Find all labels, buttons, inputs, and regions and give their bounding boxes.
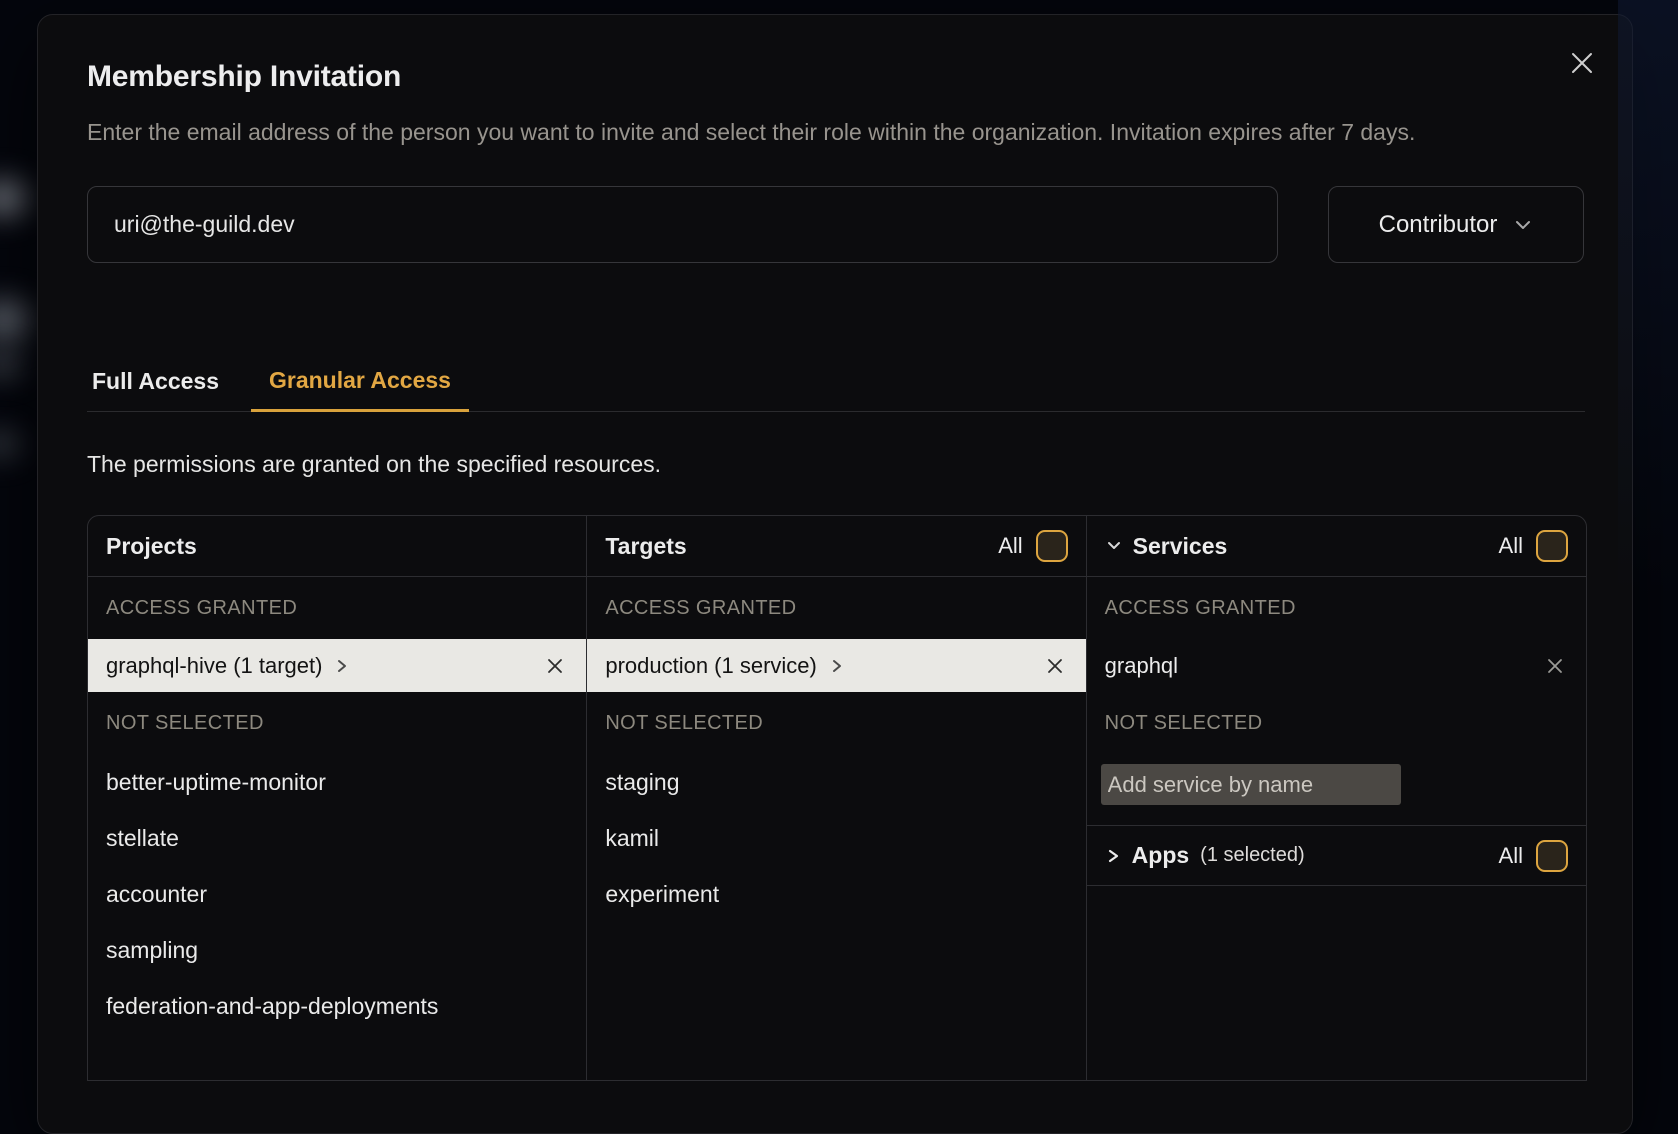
- apps-all-group: All: [1499, 840, 1568, 872]
- apps-row[interactable]: Apps (1 selected) All: [1087, 825, 1586, 886]
- projects-not-selected-label: NOT SELECTED: [88, 692, 586, 754]
- services-column-header[interactable]: Services All: [1087, 516, 1586, 577]
- services-all-group: All: [1499, 530, 1568, 562]
- project-list-item[interactable]: federation-and-app-deployments: [88, 978, 586, 1034]
- remove-service-button[interactable]: [1542, 653, 1568, 679]
- apps-label: Apps: [1132, 842, 1190, 869]
- project-list-item[interactable]: better-uptime-monitor: [88, 754, 586, 810]
- add-service-input[interactable]: [1101, 764, 1401, 805]
- chevron-right-icon: [830, 658, 844, 674]
- projects-column: Projects ACCESS GRANTED graphql-hive (1 …: [88, 516, 587, 1080]
- chevron-down-icon: [1513, 215, 1533, 235]
- email-input[interactable]: [87, 186, 1278, 263]
- project-list-item[interactable]: accounter: [88, 866, 586, 922]
- dialog-description: Enter the email address of the person yo…: [87, 113, 1585, 151]
- chevron-right-icon: [335, 658, 349, 674]
- tab-full-access[interactable]: Full Access: [87, 367, 239, 412]
- apps-all-checkbox[interactable]: [1536, 840, 1568, 872]
- backdrop-blur-shape: [0, 348, 32, 382]
- targets-access-granted-label: ACCESS GRANTED: [587, 577, 1085, 639]
- projects-column-header: Projects: [88, 516, 586, 577]
- access-tabs: Full Access Granular Access: [87, 367, 1585, 412]
- services-all-label: All: [1499, 533, 1523, 559]
- project-selected-row[interactable]: graphql-hive (1 target): [88, 639, 586, 692]
- close-icon: [1046, 657, 1064, 675]
- permissions-note: The permissions are granted on the speci…: [87, 451, 1585, 478]
- services-not-selected-label: NOT SELECTED: [1087, 692, 1586, 754]
- close-icon: [546, 657, 564, 675]
- targets-all-group: All: [998, 530, 1067, 562]
- target-selected-label: production (1 service): [605, 653, 817, 679]
- services-header-label: Services: [1133, 533, 1228, 560]
- target-list-item[interactable]: kamil: [587, 810, 1085, 866]
- targets-all-label: All: [998, 533, 1022, 559]
- projects-header-label: Projects: [106, 533, 197, 560]
- project-list-item[interactable]: sampling: [88, 922, 586, 978]
- remove-project-button[interactable]: [542, 653, 568, 679]
- apps-all-label: All: [1499, 843, 1523, 869]
- backdrop-blur-shape: [0, 290, 42, 350]
- services-column: Services All ACCESS GRANTED graphql NOT …: [1087, 516, 1586, 1080]
- close-icon: [1546, 657, 1564, 675]
- target-list-item[interactable]: staging: [587, 754, 1085, 810]
- backdrop-blur-shape: [0, 172, 38, 224]
- targets-not-selected-label: NOT SELECTED: [587, 692, 1085, 754]
- remove-target-button[interactable]: [1042, 653, 1068, 679]
- projects-access-granted-label: ACCESS GRANTED: [88, 577, 586, 639]
- invite-form-row: Contributor: [87, 186, 1585, 263]
- service-granted-label: graphql: [1105, 653, 1178, 679]
- targets-column: Targets All ACCESS GRANTED production (1…: [587, 516, 1086, 1080]
- dialog-title: Membership Invitation: [87, 59, 1585, 95]
- service-granted-row[interactable]: graphql: [1087, 639, 1586, 692]
- services-access-granted-label: ACCESS GRANTED: [1087, 577, 1586, 639]
- tab-granular-access[interactable]: Granular Access: [251, 367, 469, 412]
- backdrop-blur-shape: [0, 424, 30, 464]
- targets-header-label: Targets: [605, 533, 686, 560]
- project-selected-label: graphql-hive (1 target): [106, 653, 322, 679]
- close-icon: [1569, 50, 1595, 76]
- resources-table: Projects ACCESS GRANTED graphql-hive (1 …: [87, 515, 1587, 1081]
- role-select-value: Contributor: [1379, 211, 1498, 239]
- membership-invitation-dialog: Membership Invitation Enter the email ad…: [37, 14, 1633, 1134]
- target-selected-row[interactable]: production (1 service): [587, 639, 1085, 692]
- targets-column-header: Targets All: [587, 516, 1085, 577]
- targets-all-checkbox[interactable]: [1036, 530, 1068, 562]
- project-list-item[interactable]: stellate: [88, 810, 586, 866]
- services-all-checkbox[interactable]: [1536, 530, 1568, 562]
- apps-selected-count: (1 selected): [1200, 844, 1305, 867]
- chevron-down-icon: [1105, 537, 1123, 555]
- role-select[interactable]: Contributor: [1328, 186, 1584, 263]
- chevron-right-icon: [1105, 847, 1121, 865]
- target-list-item[interactable]: experiment: [587, 866, 1085, 922]
- close-button[interactable]: [1568, 49, 1596, 77]
